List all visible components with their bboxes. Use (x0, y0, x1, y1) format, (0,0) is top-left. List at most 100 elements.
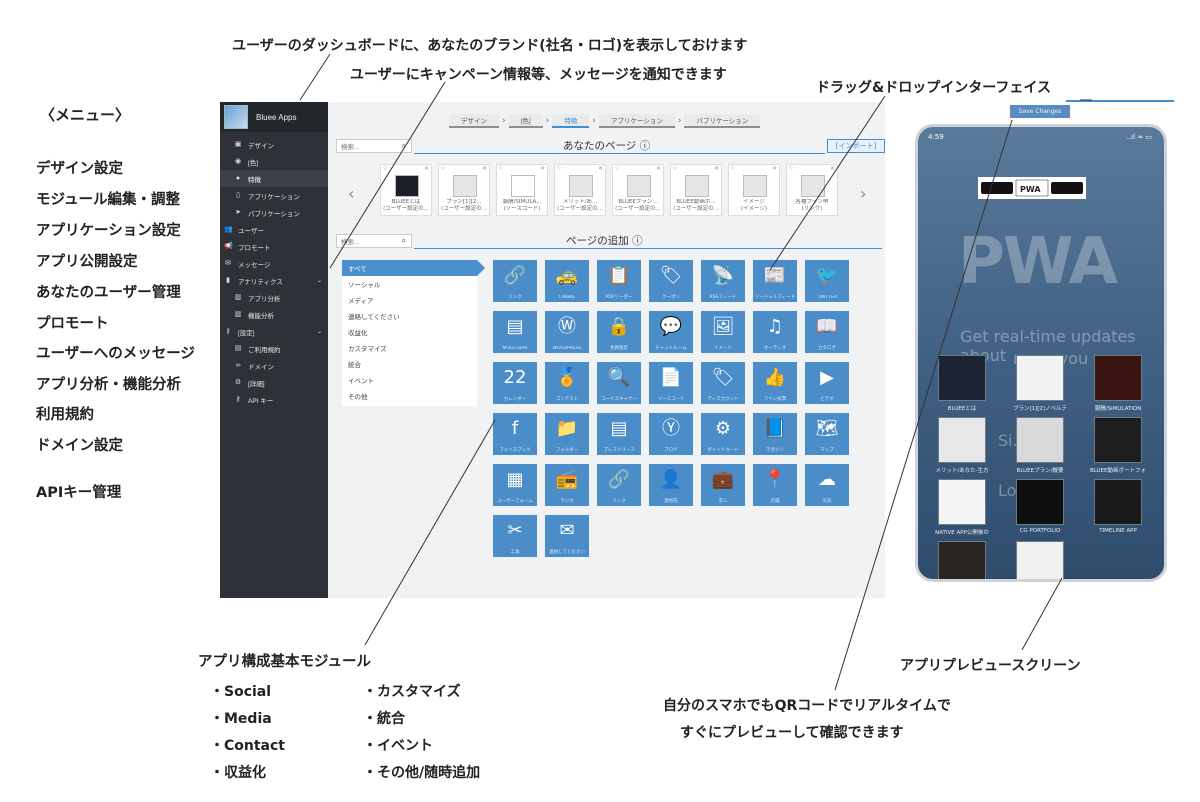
page-card[interactable]: ◇ ✕ イメージ (イメージ) (728, 164, 780, 216)
chevron-left-icon[interactable]: ‹ (348, 184, 354, 203)
category-item[interactable]: 統合 (342, 356, 477, 372)
module-tile[interactable]: 🏅 コンテスト (545, 362, 589, 404)
module-tile[interactable]: ♫ オーディオ (753, 311, 797, 353)
module-tile[interactable]: Ⓦ WORDPRESS (545, 311, 589, 353)
category-item[interactable]: その他 (342, 388, 477, 404)
sidebar-item[interactable]: ➤ パブリケーション (220, 204, 328, 221)
module-tile[interactable]: 🔗 リンク (493, 260, 537, 302)
page-card[interactable]: ◇ ✕ BLUEE動画ポ... (ユーザー設定の... (670, 164, 722, 216)
sidebar-item[interactable]: ▥ アプリ分析 (220, 289, 328, 306)
sidebar-item[interactable]: ▣ デザイン (220, 136, 328, 153)
category-item[interactable]: カスタマイズ (342, 340, 477, 356)
eye-icon[interactable]: ◇ (557, 165, 561, 171)
sidebar-item[interactable]: 👥 ユーザー (220, 221, 328, 238)
module-tile[interactable]: 👍 ファン投票 (753, 362, 797, 404)
close-icon[interactable]: ✕ (830, 165, 835, 172)
modules-search-input[interactable]: 検索... ⌕ (336, 234, 412, 248)
eye-icon[interactable]: ◇ (615, 165, 619, 171)
module-tile[interactable]: 🔗 リンク (597, 464, 641, 506)
close-icon[interactable]: ✕ (656, 165, 661, 172)
breadcrumb-step[interactable]: アプリケーション (598, 114, 675, 128)
module-tile[interactable]: 🏷 ディスカウント (701, 362, 745, 404)
sidebar-item[interactable]: ▮ アナリティクス ⌄ (220, 272, 328, 289)
module-tile[interactable]: 📻 ラジオ (545, 464, 589, 506)
preview-tile[interactable] (938, 417, 986, 463)
preview-tile[interactable] (938, 355, 986, 401)
preview-tile[interactable] (1094, 355, 1142, 401)
module-tile[interactable]: 🗺 マップ (805, 413, 849, 455)
preview-tile[interactable] (1016, 541, 1064, 579)
eye-icon[interactable]: ◇ (673, 165, 677, 171)
module-tile[interactable]: 🔒 会員限定 (597, 311, 641, 353)
preview-tile[interactable] (1016, 355, 1064, 401)
module-tile[interactable]: 📖 カタログ (805, 311, 849, 353)
sidebar-item[interactable]: ◉ [色] (220, 153, 328, 170)
close-icon[interactable]: ✕ (482, 165, 487, 172)
module-tile[interactable]: ✂ 工具 (493, 515, 537, 557)
page-card[interactable]: ◇ ✕ メリット/あ... (ユーザー設定の... (554, 164, 606, 216)
module-tile[interactable]: 💬 チャットルーム (649, 311, 693, 353)
page-card[interactable]: ◇ ✕ BLUEEプラン... (ユーザー設定の... (612, 164, 664, 216)
module-tile[interactable]: ▦ ユーザーフォーム (493, 464, 537, 506)
eye-icon[interactable]: ◇ (499, 165, 503, 171)
module-tile[interactable]: 📄 ソースコード (649, 362, 693, 404)
module-tile[interactable]: ▶ ビデオ (805, 362, 849, 404)
sidebar-item[interactable]: ▤ ご利用規約 (220, 340, 328, 357)
pages-search-input[interactable]: 検索... ⌕ (336, 139, 412, 153)
category-item[interactable]: ソーシャル (342, 276, 477, 292)
category-item[interactable]: 収益化 (342, 324, 477, 340)
module-tile[interactable]: ✉ 連絡してください (545, 515, 589, 557)
module-tile[interactable]: 🚕 CABBIE (545, 260, 589, 302)
sidebar-item[interactable]: ▯ アプリケーション (220, 187, 328, 204)
module-tile[interactable]: ⚙ ポイントカード (701, 413, 745, 455)
close-icon[interactable]: ✕ (540, 165, 545, 172)
category-item[interactable]: イベント (342, 372, 477, 388)
module-tile[interactable]: Ⓨ ブログ (649, 413, 693, 455)
module-tile[interactable]: 💼 求人 (701, 464, 745, 506)
page-card[interactable]: ◇ ✕ プラン[1][2... (ユーザー設定の... (438, 164, 490, 216)
sidebar-item[interactable]: ▥ 機能分析 (220, 306, 328, 323)
breadcrumb-step[interactable]: デザイン (449, 114, 499, 128)
import-button[interactable]: [インポート] (827, 139, 885, 153)
sidebar-item[interactable]: ● 特徴 (220, 170, 328, 187)
page-card[interactable]: ◇ ✕ 各種プラン申 (リンク) (786, 164, 838, 216)
module-tile[interactable]: f フェイスブック (493, 413, 537, 455)
close-icon[interactable]: ✕ (772, 165, 777, 172)
sidebar-item[interactable]: ∞ ドメイン (220, 357, 328, 374)
preview-tile[interactable] (1016, 417, 1064, 463)
brand-header[interactable]: Bluee Apps (220, 102, 328, 132)
breadcrumb-step[interactable]: [色] (508, 114, 543, 128)
module-tile[interactable]: 22 カレンダー (493, 362, 537, 404)
close-icon[interactable]: ✕ (424, 165, 429, 172)
category-item[interactable]: すべて (342, 260, 485, 276)
module-tile[interactable]: 📁 フォルダー (545, 413, 589, 455)
module-tile[interactable]: 🔍 コードスキャナー (597, 362, 641, 404)
close-icon[interactable]: ✕ (598, 165, 603, 172)
preview-tile[interactable] (1094, 479, 1142, 525)
preview-tile[interactable] (1016, 479, 1064, 525)
category-item[interactable]: 連絡してください (342, 308, 477, 324)
module-tile[interactable]: ☁ 天気 (805, 464, 849, 506)
sidebar-item[interactable]: ⚙ [詳細] (220, 374, 328, 391)
module-tile[interactable]: 📋 PDFリーダー (597, 260, 641, 302)
page-card[interactable]: ◇ ✕ BLUEEとは (ユーザー設定の... (380, 164, 432, 216)
eye-icon[interactable]: ◇ (383, 165, 387, 171)
module-tile[interactable]: 📡 RSSフィード (701, 260, 745, 302)
module-tile[interactable]: 📰 ソーシャルフィード (753, 260, 797, 302)
sidebar-item[interactable]: ⚷ API キー (220, 391, 328, 408)
page-card[interactable]: ◇ ✕ 報酬/SIMULA... (ソースコード) (496, 164, 548, 216)
module-tile[interactable]: 📍 店舗 (753, 464, 797, 506)
module-tile[interactable]: ▤ MOGG.BAR (493, 311, 537, 353)
sidebar-item[interactable]: 📢 プロモート (220, 238, 328, 255)
preview-tile[interactable] (1094, 417, 1142, 463)
module-tile[interactable]: ▤ プレスリリース (597, 413, 641, 455)
sidebar-item[interactable]: ⚷ [設定] ⌄ (220, 323, 328, 340)
sidebar-item[interactable]: ✉ メッセージ (220, 255, 328, 272)
chevron-right-icon[interactable]: › (860, 184, 866, 203)
module-tile[interactable]: 📘 マガジン (753, 413, 797, 455)
module-tile[interactable]: 🐦 TWITTER (805, 260, 849, 302)
eye-icon[interactable]: ◇ (441, 165, 445, 171)
save-changes-button[interactable]: Save Changes (1010, 105, 1070, 118)
module-tile[interactable]: 🏷 クーポン (649, 260, 693, 302)
preview-tile[interactable] (938, 479, 986, 525)
